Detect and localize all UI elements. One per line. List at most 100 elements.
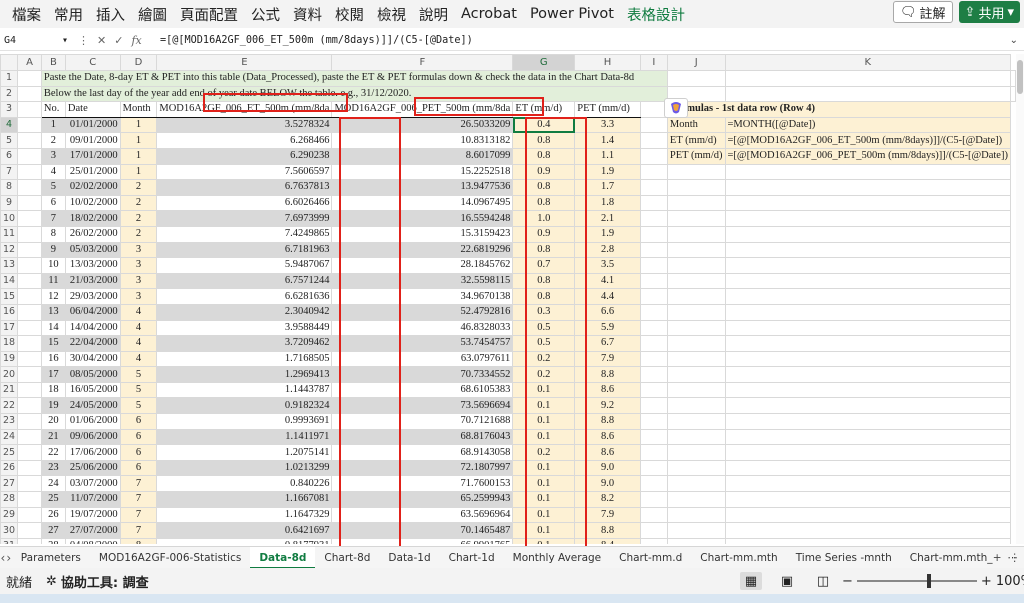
- cell-no[interactable]: 3: [40, 147, 66, 165]
- cell-pet-8day[interactable]: 63.5696964: [331, 506, 514, 524]
- cell-pet-daily[interactable]: 8.6: [574, 428, 641, 446]
- cell[interactable]: [639, 506, 668, 524]
- ribbon-tab[interactable]: 表格設計: [627, 4, 685, 25]
- cell-pet-daily[interactable]: 7.9: [574, 350, 641, 368]
- more-options-icon[interactable]: ⋮: [78, 34, 89, 47]
- cell-et-8day[interactable]: 1.1667081: [156, 491, 333, 508]
- cell-et-8day[interactable]: 5.9487067: [156, 257, 333, 274]
- cell-et-8day[interactable]: 1.1647329: [156, 506, 333, 524]
- cell-pet-daily[interactable]: 8.8: [574, 522, 641, 539]
- cell[interactable]: [666, 537, 726, 544]
- cell-pet-8day[interactable]: 65.2599943: [331, 491, 514, 508]
- cell-date[interactable]: 24/05/2000: [64, 397, 121, 415]
- cell-et-8day[interactable]: 1.2075141: [156, 444, 333, 461]
- cell-et-daily[interactable]: 0.8: [512, 288, 576, 305]
- cell[interactable]: [724, 506, 1012, 524]
- cell-et-daily[interactable]: 0.8: [512, 132, 576, 149]
- cell[interactable]: [639, 241, 668, 259]
- cell-date[interactable]: 05/03/2000: [64, 241, 121, 259]
- cell-pet-8day[interactable]: 68.8176043: [331, 428, 514, 446]
- expand-formula-bar-icon[interactable]: ⌄: [1010, 35, 1018, 46]
- cell[interactable]: [17, 225, 42, 243]
- cell[interactable]: [639, 210, 668, 227]
- cell-pet-8day[interactable]: 46.8328033: [331, 319, 514, 337]
- cell[interactable]: [666, 506, 726, 524]
- cell[interactable]: [17, 288, 42, 305]
- row-header[interactable]: 14: [0, 272, 19, 290]
- cell-pet-8day[interactable]: 22.6819296: [331, 241, 514, 259]
- formulas-panel-label[interactable]: Month: [666, 116, 726, 134]
- row-header[interactable]: 10: [0, 210, 19, 227]
- vertical-scrollbar[interactable]: [1016, 54, 1024, 544]
- cell-pet-daily[interactable]: 4.1: [574, 272, 641, 290]
- cell[interactable]: [17, 506, 42, 524]
- cell[interactable]: [639, 491, 668, 508]
- cell-date[interactable]: 30/04/2000: [64, 350, 121, 368]
- cell-month[interactable]: 3: [119, 241, 158, 259]
- ribbon-tab[interactable]: 檔案: [12, 4, 41, 25]
- cell-date[interactable]: 26/02/2000: [64, 225, 121, 243]
- cell-et-8day[interactable]: 0.840226: [156, 475, 333, 493]
- cell[interactable]: [17, 101, 42, 118]
- ribbon-tab[interactable]: 公式: [251, 4, 280, 25]
- cell[interactable]: [724, 225, 1012, 243]
- cell-et-8day[interactable]: 1.7168505: [156, 350, 333, 368]
- header-month[interactable]: Month: [119, 101, 158, 118]
- cell-date[interactable]: 21/03/2000: [64, 272, 121, 290]
- cell-date[interactable]: 01/06/2000: [64, 413, 121, 430]
- cell[interactable]: [724, 179, 1012, 196]
- cell-pet-daily[interactable]: 1.9: [574, 163, 641, 181]
- row-header[interactable]: 19: [0, 350, 19, 368]
- worksheet-grid[interactable]: ABCDEFGHIJK 1 Paste the Date, 8-day ET & …: [0, 54, 1016, 544]
- cell-pet-8day[interactable]: 70.7334552: [331, 366, 514, 383]
- zoom-slider-knob[interactable]: [926, 574, 931, 588]
- cell-et-8day[interactable]: 7.6973999: [156, 210, 333, 227]
- cell[interactable]: [639, 225, 668, 243]
- cell[interactable]: [724, 459, 1012, 477]
- cell-pet-8day[interactable]: 68.6105383: [331, 381, 514, 399]
- share-button[interactable]: ⇪ 共用 ▾: [958, 1, 1020, 23]
- cell-et-daily[interactable]: 0.1: [512, 428, 576, 446]
- cell-pet-8day[interactable]: 70.1465487: [331, 522, 514, 539]
- cell[interactable]: [639, 257, 668, 274]
- cell[interactable]: [639, 475, 668, 493]
- ribbon-tab[interactable]: 說明: [419, 4, 448, 25]
- cell-pet-8day[interactable]: 16.5594248: [331, 210, 514, 227]
- cell-pet-daily[interactable]: 3.3: [574, 116, 641, 134]
- cell[interactable]: [639, 350, 668, 368]
- cell-no[interactable]: 14: [40, 319, 66, 337]
- cell[interactable]: [17, 335, 42, 352]
- cell-pet-daily[interactable]: 2.8: [574, 241, 641, 259]
- cell-pet-8day[interactable]: 63.0797611: [331, 350, 514, 368]
- row-header[interactable]: 8: [0, 179, 19, 196]
- row-header[interactable]: 28: [0, 491, 19, 508]
- cell[interactable]: [17, 179, 42, 196]
- cell-no[interactable]: 11: [40, 272, 66, 290]
- cell[interactable]: [17, 70, 42, 87]
- cell-date[interactable]: 09/01/2000: [64, 132, 121, 149]
- column-header[interactable]: K: [724, 54, 1012, 71]
- cell-no[interactable]: 27: [40, 522, 66, 539]
- cell-et-daily[interactable]: 0.1: [512, 381, 576, 399]
- cell-pet-8day[interactable]: 8.6017099: [331, 147, 514, 165]
- cell-month[interactable]: 4: [119, 303, 158, 321]
- cell[interactable]: [17, 475, 42, 493]
- cell-date[interactable]: 17/01/2000: [64, 147, 121, 165]
- cell[interactable]: [724, 413, 1012, 430]
- ribbon-tab[interactable]: Power Pivot: [530, 6, 614, 22]
- cell[interactable]: [17, 210, 42, 227]
- cell[interactable]: [1010, 85, 1016, 103]
- ribbon-tab[interactable]: Acrobat: [461, 6, 517, 22]
- cell-month[interactable]: 3: [119, 272, 158, 290]
- cell-pet-8day[interactable]: 15.3159423: [331, 225, 514, 243]
- cell-pet-8day[interactable]: 73.5696694: [331, 397, 514, 415]
- cell-date[interactable]: 16/05/2000: [64, 381, 121, 399]
- cell[interactable]: [666, 522, 726, 539]
- cell-et-8day[interactable]: 6.6281636: [156, 288, 333, 305]
- cell-no[interactable]: 1: [40, 116, 66, 134]
- cell[interactable]: [666, 70, 726, 87]
- cell-pet-8day[interactable]: 32.5598115: [331, 272, 514, 290]
- sheet-tab[interactable]: Chart-mm.mth: [691, 547, 786, 569]
- cell[interactable]: [666, 194, 726, 212]
- cell[interactable]: [666, 475, 726, 493]
